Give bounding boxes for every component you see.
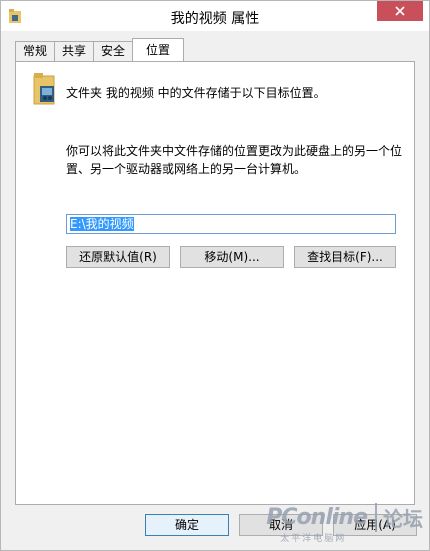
path-input[interactable]: E:\我的视频 [66,214,396,234]
properties-window: 我的视频 属性 常规 共享 安全 位置 文件夹 我的视频 中的文件存储于以下目标… [0,0,430,551]
watermark-logo: PConline [266,505,368,530]
location-description: 文件夹 我的视频 中的文件存储于以下目标位置。 [66,86,326,100]
close-icon [395,6,405,16]
path-input-value: E:\我的视频 [70,217,134,231]
window-title: 我的视频 属性 [170,11,260,27]
close-button[interactable] [377,1,423,21]
title-bar[interactable]: 我的视频 属性 [1,1,429,31]
move-button[interactable]: 移动(M)... [180,246,284,268]
location-explanation: 你可以将此文件夹中文件存储的位置更改为此硬盘上的另一个位置、另一个驱动器或网络上… [66,144,403,176]
restore-default-button[interactable]: 还原默认值(R) [66,246,170,268]
tab-location[interactable]: 位置 [132,38,185,61]
find-target-button[interactable]: 查找目标(F)... [294,246,396,268]
tab-general[interactable]: 常规 [15,41,56,61]
ok-button[interactable]: 确定 [145,514,229,536]
watermark-forum: 论坛 [375,503,423,532]
folder-video-icon [33,73,55,105]
tab-strip: 常规 共享 安全 位置 [15,38,185,61]
tab-security[interactable]: 安全 [93,41,134,61]
watermark: PConline 太平洋电脑网 论坛 [266,503,423,544]
tab-sharing[interactable]: 共享 [54,41,95,61]
location-panel: 文件夹 我的视频 中的文件存储于以下目标位置。 你可以将此文件夹中文件存储的位置… [15,61,415,505]
watermark-subtitle: 太平洋电脑网 [280,534,347,544]
